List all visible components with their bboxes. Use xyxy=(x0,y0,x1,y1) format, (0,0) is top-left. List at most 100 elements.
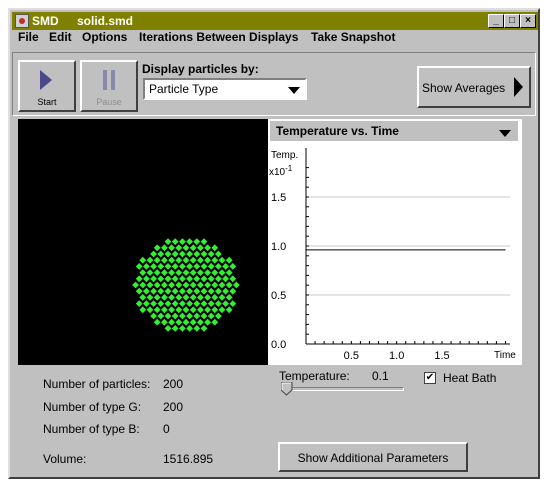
particle xyxy=(207,263,215,270)
particle xyxy=(157,250,165,258)
particle xyxy=(157,300,165,307)
particle xyxy=(193,263,201,270)
particle xyxy=(179,325,186,332)
particle xyxy=(204,306,211,314)
particle xyxy=(197,318,204,326)
num-particles-label: Number of particles: xyxy=(43,377,151,391)
particle xyxy=(200,263,208,270)
particle xyxy=(168,306,175,314)
heat-bath-checkbox[interactable]: ✔ xyxy=(424,372,436,384)
java-app-icon xyxy=(15,14,29,28)
particle xyxy=(215,275,222,283)
particle xyxy=(193,312,201,320)
particle xyxy=(132,281,139,289)
particle xyxy=(182,244,190,252)
particle xyxy=(200,275,208,283)
particle xyxy=(171,312,179,320)
particle xyxy=(193,325,201,332)
particle xyxy=(189,294,197,301)
menu-options[interactable]: Options xyxy=(82,30,127,44)
x-tick-label: 1.5 xyxy=(434,350,449,362)
particle xyxy=(186,263,193,270)
y-axis-label: Temp. xyxy=(271,150,298,161)
particle xyxy=(200,312,208,320)
particle xyxy=(204,281,211,289)
volume-value: 1516.895 xyxy=(163,452,214,466)
chevron-down-icon xyxy=(283,81,303,97)
menu-iterations[interactable]: Iterations Between Displays xyxy=(139,30,298,44)
display-by-label: Display particles by: xyxy=(142,62,259,76)
temperature-slider-thumb[interactable] xyxy=(281,382,293,396)
type-b-value: 0 xyxy=(163,422,170,436)
show-averages-label: Show Averages xyxy=(422,81,506,95)
close-button[interactable]: × xyxy=(520,14,536,28)
particle xyxy=(164,300,172,307)
particle xyxy=(207,275,215,283)
particle xyxy=(218,269,226,276)
particle xyxy=(164,263,172,270)
menu-edit[interactable]: Edit xyxy=(49,30,72,44)
particle xyxy=(186,312,193,320)
particle xyxy=(175,318,183,326)
particle xyxy=(179,250,186,258)
show-additional-parameters-button[interactable]: Show Additional Parameters xyxy=(278,442,468,472)
particle xyxy=(186,238,193,245)
pause-icon xyxy=(102,70,116,90)
particle xyxy=(171,275,179,283)
pause-button[interactable]: Pause xyxy=(80,60,138,112)
particle xyxy=(171,250,179,258)
particle xyxy=(193,275,201,283)
show-averages-button[interactable]: Show Averages xyxy=(417,66,531,108)
particle xyxy=(193,238,201,245)
particle xyxy=(215,263,222,270)
particle xyxy=(200,300,208,307)
particle xyxy=(175,244,183,252)
particle xyxy=(200,287,208,295)
menu-file[interactable]: File xyxy=(18,30,39,44)
particle xyxy=(161,269,168,276)
particle xyxy=(157,275,165,283)
particle xyxy=(215,287,222,295)
temperature-label: Temperature: xyxy=(279,369,350,383)
particle xyxy=(189,306,197,314)
maximize-button[interactable]: □ xyxy=(504,14,520,28)
particle xyxy=(229,287,237,295)
particle xyxy=(168,269,175,276)
particle xyxy=(135,300,143,307)
particle xyxy=(197,294,204,301)
particle xyxy=(189,256,197,264)
particle xyxy=(225,294,233,301)
particle xyxy=(175,269,183,276)
start-button[interactable]: Start xyxy=(18,60,76,112)
particle xyxy=(171,300,179,307)
particle xyxy=(153,306,161,314)
particle xyxy=(168,281,175,289)
particle xyxy=(179,263,186,270)
particle xyxy=(139,281,147,289)
particle xyxy=(175,306,183,314)
particle xyxy=(204,244,211,252)
particle xyxy=(164,250,172,258)
particle xyxy=(229,275,237,283)
minimize-button[interactable]: _ xyxy=(488,14,504,28)
particle xyxy=(182,318,190,326)
particle xyxy=(189,244,197,252)
particle xyxy=(218,256,226,264)
particle xyxy=(171,325,179,332)
title-bar[interactable]: SMD solid.smd _ □ × xyxy=(12,12,538,30)
pause-label: Pause xyxy=(96,97,122,107)
particle xyxy=(168,294,175,301)
particle xyxy=(207,300,215,307)
particle xyxy=(139,269,147,276)
heat-bath-label: Heat Bath xyxy=(443,371,497,385)
arrow-right-icon xyxy=(514,77,523,97)
particle xyxy=(222,275,229,283)
particle xyxy=(171,238,179,245)
temperature-slider-track[interactable] xyxy=(284,387,404,391)
particle xyxy=(186,275,193,283)
particle xyxy=(150,275,157,283)
menu-take-snapshot[interactable]: Take Snapshot xyxy=(311,30,395,44)
particle xyxy=(161,318,168,326)
display-by-select[interactable]: Particle Type xyxy=(143,78,307,100)
particle xyxy=(161,306,168,314)
